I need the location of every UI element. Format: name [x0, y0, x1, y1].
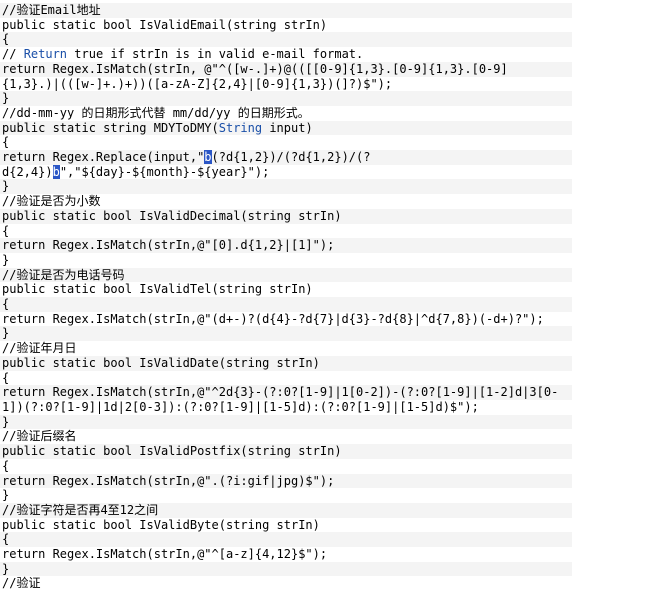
code-token: //验证是否为小数 [2, 194, 101, 209]
code-token: public static bool IsValidTel(string str… [2, 282, 313, 297]
code-token: } [2, 561, 10, 576]
code-line: d{2,4})b","${day}-${month}-${year}"); [0, 164, 572, 180]
code-line: } [0, 488, 572, 503]
code-line: public static bool IsValidTel(string str… [0, 282, 572, 298]
code-token: //验证Email地址 [2, 3, 101, 17]
code-token: return Regex.IsMatch(strIn,@"[0].d{1,2}|… [2, 238, 335, 253]
code-listing: //验证Email地址 public static bool IsValidEma… [0, 3, 572, 591]
code-line: return Regex.IsMatch(strIn,@".(?i:gif|jp… [0, 473, 572, 489]
code-token: return Regex.IsMatch(strIn, @"^([w-.]+)@… [2, 61, 508, 76]
code-token: public static bool IsValidPostfix(string… [2, 444, 342, 459]
code-line: { [0, 297, 572, 312]
code-token: public static bool IsValidDecimal(string… [2, 208, 342, 223]
code-line: { [0, 532, 572, 548]
code-line: } [0, 91, 572, 106]
code-token: public static bool IsValidEmail(string s… [2, 17, 328, 32]
code-token: ","${day}-${month}-${year}"); [59, 164, 270, 179]
code-token: } [2, 488, 10, 503]
code-token: true if strIn is in valid e-mail format. [67, 47, 364, 62]
code-line: { [0, 32, 572, 48]
code-line: public static string MDYToDMY(String inp… [0, 120, 572, 136]
code-token: input) [262, 120, 313, 135]
code-line: } [0, 252, 572, 268]
code-token: { [2, 223, 10, 238]
selected-char: b [204, 150, 212, 165]
code-token: //dd-mm-yy 的日期形式代替 mm/dd/yy 的日期形式。 [2, 105, 310, 120]
code-line: { [0, 370, 572, 386]
code-token: { [2, 370, 10, 385]
code-line: return Regex.Replace(input,"b(?d{1,2})/(… [0, 150, 572, 165]
keyword-token: String [218, 120, 263, 135]
code-line: public static bool IsValidEmail(string s… [0, 17, 572, 33]
code-token: public static bool IsValidDate(string st… [2, 355, 320, 370]
code-line: // Return true if strIn is in valid e-ma… [0, 47, 572, 62]
selected-char: b [52, 164, 60, 179]
code-token: return Regex.IsMatch(strIn,@"^[a-z]{4,12… [2, 547, 328, 562]
code-line: return Regex.IsMatch(strIn, @"^([w-.]+)@… [0, 61, 572, 77]
code-line: return Regex.IsMatch(strIn,@"^[a-z]{4,12… [0, 547, 572, 562]
code-line: } [0, 179, 572, 195]
code-token: //验证字符是否再4至12之间 [2, 502, 159, 517]
code-line: public static bool IsValidDecimal(string… [0, 208, 572, 224]
code-line: public static bool IsValidDate(string st… [0, 355, 572, 371]
code-token: //验证是否为电话号码 [2, 267, 125, 282]
code-line: {1,3}.)|(([w-]+.)+))([a-zA-Z]{2,4}|[0-9]… [0, 76, 572, 92]
code-line: { [0, 458, 572, 474]
code-token: return Regex.IsMatch(strIn,@"^2d{3}-(?:0… [2, 385, 559, 400]
code-line: //验证字符是否再4至12之间 [0, 502, 572, 518]
code-token: { [2, 32, 10, 47]
code-line: //验证是否为小数 [0, 194, 572, 209]
code-line: { [0, 223, 572, 239]
code-line: return Regex.IsMatch(strIn,@"^2d{3}-(?:0… [0, 385, 572, 400]
code-line: //验证后缀名 [0, 429, 572, 445]
code-token: //验证后缀名 [2, 429, 77, 444]
code-token: } [2, 179, 10, 194]
code-token: public static string MDYToDMY( [2, 120, 219, 135]
code-line: //dd-mm-yy 的日期形式代替 mm/dd/yy 的日期形式。 [0, 105, 572, 121]
code-token: } [2, 414, 10, 429]
keyword-token: Return [23, 47, 68, 62]
code-token: // [2, 47, 24, 62]
code-line: return Regex.IsMatch(strIn,@"(d+-)?(d{4}… [0, 311, 572, 327]
code-line: } [0, 561, 572, 577]
code-token: } [2, 252, 10, 267]
code-line: } [0, 414, 572, 430]
code-token: } [2, 91, 10, 106]
code-line: 1])(?:0?[1-9]|1d|2[0-3]):(?:0?[1-9]|[1-5… [0, 399, 572, 415]
code-token: } [2, 326, 10, 341]
code-line: public static bool IsValidPostfix(string… [0, 444, 572, 459]
code-token: { [2, 135, 10, 150]
code-token: {1,3}.)|(([w-]+.)+))([a-zA-Z]{2,4}|[0-9]… [2, 76, 393, 91]
code-token: return Regex.IsMatch(strIn,@"(d+-)?(d{4}… [2, 311, 544, 326]
code-token: return Regex.IsMatch(strIn,@".(?i:gif|jp… [2, 473, 335, 488]
code-token: { [2, 297, 10, 312]
code-token: { [2, 458, 10, 473]
code-line: //验证Email地址 [0, 3, 572, 18]
code-token: 1])(?:0?[1-9]|1d|2[0-3]):(?:0?[1-9]|[1-5… [2, 399, 479, 414]
code-token: { [2, 532, 10, 547]
code-token: return Regex.Replace(input," [2, 150, 205, 165]
code-line: public static bool IsValidByte(string st… [0, 517, 572, 533]
code-token: //验证年月日 [2, 341, 77, 356]
code-line: //验证是否为电话号码 [0, 267, 572, 283]
code-line: return Regex.IsMatch(strIn,@"[0].d{1,2}|… [0, 238, 572, 253]
code-line: { [0, 135, 572, 151]
code-token: d{2,4}) [2, 164, 53, 179]
code-token: public static bool IsValidByte(string st… [2, 517, 320, 532]
code-line: //验证年月日 [0, 341, 572, 356]
code-line: } [0, 326, 572, 342]
code-token: (?d{1,2})/(?d{1,2})/(? [211, 150, 371, 165]
